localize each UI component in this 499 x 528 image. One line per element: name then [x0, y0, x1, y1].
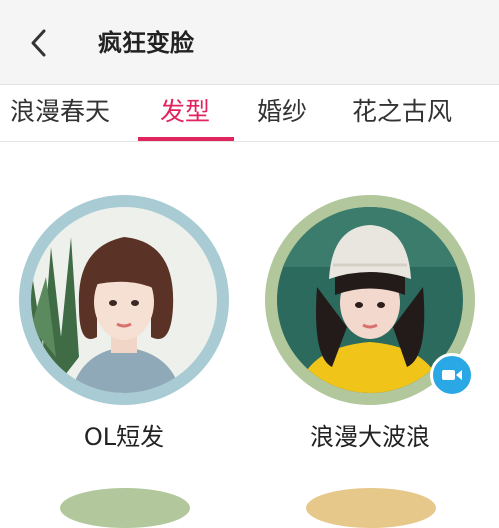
- chevron-left-icon: [31, 29, 46, 57]
- next-style-card-peek[interactable]: [60, 488, 190, 528]
- active-tab-indicator: [138, 137, 234, 141]
- style-label: 浪漫大波浪: [310, 423, 430, 451]
- style-card-ol-short[interactable]: OL短发: [19, 195, 229, 465]
- video-badge: [430, 353, 474, 397]
- category-tabs: 浪漫春天 发型 婚纱 花之古风: [0, 85, 499, 142]
- tab-wedding-dress[interactable]: 婚纱: [257, 95, 307, 129]
- page-title: 疯狂变脸: [98, 29, 194, 57]
- app-header: 疯狂变脸: [0, 0, 499, 85]
- next-style-card-peek[interactable]: [306, 488, 436, 528]
- tab-hairstyle[interactable]: 发型: [160, 95, 210, 129]
- style-card-romantic-waves[interactable]: 浪漫大波浪: [265, 195, 475, 465]
- tab-romantic-spring[interactable]: 浪漫春天: [10, 95, 110, 129]
- video-camera-icon: [442, 370, 462, 380]
- back-button[interactable]: [22, 26, 56, 60]
- style-photo[interactable]: [31, 207, 217, 393]
- tab-ancient-style[interactable]: 花之古风: [352, 95, 452, 129]
- style-label: OL短发: [83, 423, 165, 451]
